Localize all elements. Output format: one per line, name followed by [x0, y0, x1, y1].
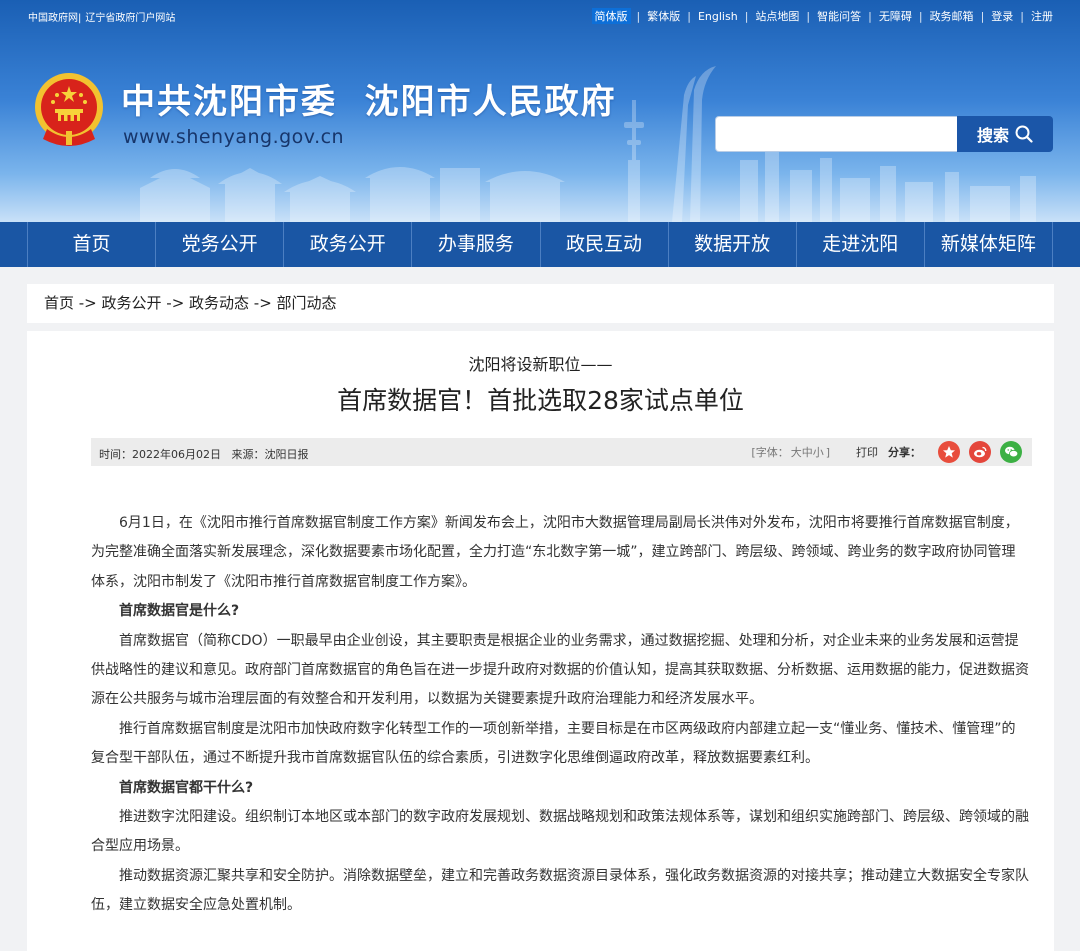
font-medium-button[interactable]: 中	[802, 446, 813, 459]
share-wechat-button[interactable]	[1000, 441, 1022, 463]
separator: |	[78, 13, 82, 24]
article-section-heading: 首席数据官是什么?	[119, 603, 240, 620]
search-button[interactable]: 搜索	[957, 116, 1053, 152]
national-emblem-icon	[35, 73, 103, 146]
weibo-icon	[974, 446, 987, 458]
share-weibo-button[interactable]	[969, 441, 991, 463]
article-paragraph: 推行首席数据官制度是沈阳市加快政府数字化转型工作的一项创新举措，主要目标是在市区…	[91, 720, 1016, 767]
gov-mail-link[interactable]: 政务邮箱	[929, 8, 975, 24]
publish-time: 时间：2022年06月02日	[99, 448, 221, 461]
nav-new-media[interactable]: 新媒体矩阵	[923, 222, 1053, 267]
separator: |	[687, 9, 691, 23]
breadcrumb: 首页 -> 政务公开 -> 政务动态 -> 部门动态	[27, 284, 1054, 323]
nav-interaction[interactable]: 政民互动	[539, 222, 668, 267]
separator: |	[980, 9, 985, 23]
article-meta-bar: 时间：2022年06月02日 来源：沈阳日报 [字体： 大中小] 打印 分享：	[91, 438, 1032, 466]
font-size-selector: [字体： 大中小]	[749, 444, 832, 460]
separator: |	[1020, 9, 1024, 23]
nav-open-data[interactable]: 数据开放	[667, 222, 796, 267]
article-paragraph: 推动数据资源汇聚共享和安全防护。消除数据壁垒，建立和完善政务数据资源目录体系，强…	[91, 867, 1029, 914]
share-favorite-button[interactable]	[938, 441, 960, 463]
login-link[interactable]: 登录	[990, 8, 1014, 24]
search-input[interactable]	[715, 116, 958, 152]
separator: |	[918, 9, 923, 23]
main-nav: 首页 党务公开 政务公开 办事服务 政民互动 数据开放 走进沈阳 新媒体矩阵	[0, 222, 1080, 267]
external-links: 中国政府网| 辽宁省政府门户网站	[28, 9, 175, 24]
article-title: 首席数据官！首批选取28家试点单位	[337, 386, 744, 415]
separator: |	[744, 9, 749, 23]
nav-home[interactable]: 首页	[27, 222, 155, 267]
nav-party-affairs[interactable]: 党务公开	[155, 222, 283, 267]
article-paragraph: 推进数字沈阳建设。组织制订本地区或本部门的数字政府发展规划、数据战略规划和政策法…	[91, 809, 1029, 855]
top-utility-bar: 中国政府网| 辽宁省政府门户网站 简体版 | 繁体版 | English | 站点…	[0, 0, 1080, 30]
liaoning-gov-link[interactable]: 辽宁省政府门户网站	[85, 13, 175, 24]
article-tools: [字体： 大中小] 打印 分享：	[749, 441, 1022, 463]
font-label-open: [字体：	[751, 446, 789, 459]
smart-qa-link[interactable]: 智能问答	[816, 8, 862, 24]
register-link[interactable]: 注册	[1030, 8, 1054, 24]
article-panel: 沈阳将设新职位—— 首席数据官！首批选取28家试点单位 时间：2022年06月0…	[27, 331, 1054, 951]
nav-services[interactable]: 办事服务	[411, 222, 539, 267]
separator: |	[636, 9, 641, 23]
print-button[interactable]: 打印	[856, 444, 878, 460]
article-source: 来源：沈阳日报	[231, 448, 309, 461]
nav-gov-affairs[interactable]: 政务公开	[283, 222, 411, 267]
site-title: 中共沈阳市委 沈阳市人民政府	[121, 82, 617, 122]
font-large-button[interactable]: 大	[791, 446, 802, 459]
article-section-heading: 首席数据官都干什么?	[119, 779, 254, 796]
accessibility-link[interactable]: 无障碍	[878, 8, 913, 24]
article-body: 6月1日，在《沈阳市推行首席数据官制度工作方案》新闻发布会上，沈阳市大数据管理局…	[91, 509, 1029, 921]
simplified-chinese-link[interactable]: 简体版	[591, 8, 631, 24]
breadcrumb-text[interactable]: 首页 -> 政务公开 -> 政务动态 -> 部门动态	[27, 284, 1054, 323]
article-subtitle: 沈阳将设新职位——	[468, 355, 613, 374]
wechat-icon	[1004, 446, 1018, 458]
article-meta-info: 时间：2022年06月02日 来源：沈阳日报	[99, 446, 309, 462]
share-favorite-icon	[943, 446, 955, 458]
share-label: 分享：	[888, 446, 921, 459]
search-bar: 搜索	[715, 116, 1053, 152]
site-url: www.shenyang.gov.cn	[123, 126, 345, 148]
search-button-label: 搜索	[977, 126, 1010, 145]
sitemap-link[interactable]: 站点地图	[754, 8, 800, 24]
search-icon	[1015, 125, 1033, 143]
article-paragraph: 6月1日，在《沈阳市推行首席数据官制度工作方案》新闻发布会上，沈阳市大数据管理局…	[91, 515, 1019, 590]
traditional-chinese-link[interactable]: 繁体版	[646, 8, 681, 24]
english-link[interactable]: English	[697, 10, 739, 23]
utility-links: 简体版 | 繁体版 | English | 站点地图 | 智能问答 | 无障碍 …	[591, 8, 1054, 24]
nav-about-shenyang[interactable]: 走进沈阳	[795, 222, 924, 267]
site-header: 中国政府网| 辽宁省政府门户网站 简体版 | 繁体版 | English | 站点…	[0, 0, 1080, 222]
china-gov-link[interactable]: 中国政府网	[28, 13, 78, 24]
separator: |	[868, 9, 872, 23]
font-small-button[interactable]: 小	[813, 446, 824, 459]
article-paragraph: 首席数据官（简称CDO）一职最早由企业创设，其主要职责是根据企业的业务需求，通过…	[91, 632, 1029, 708]
font-label-close: ]	[825, 446, 830, 459]
separator: |	[806, 9, 811, 23]
